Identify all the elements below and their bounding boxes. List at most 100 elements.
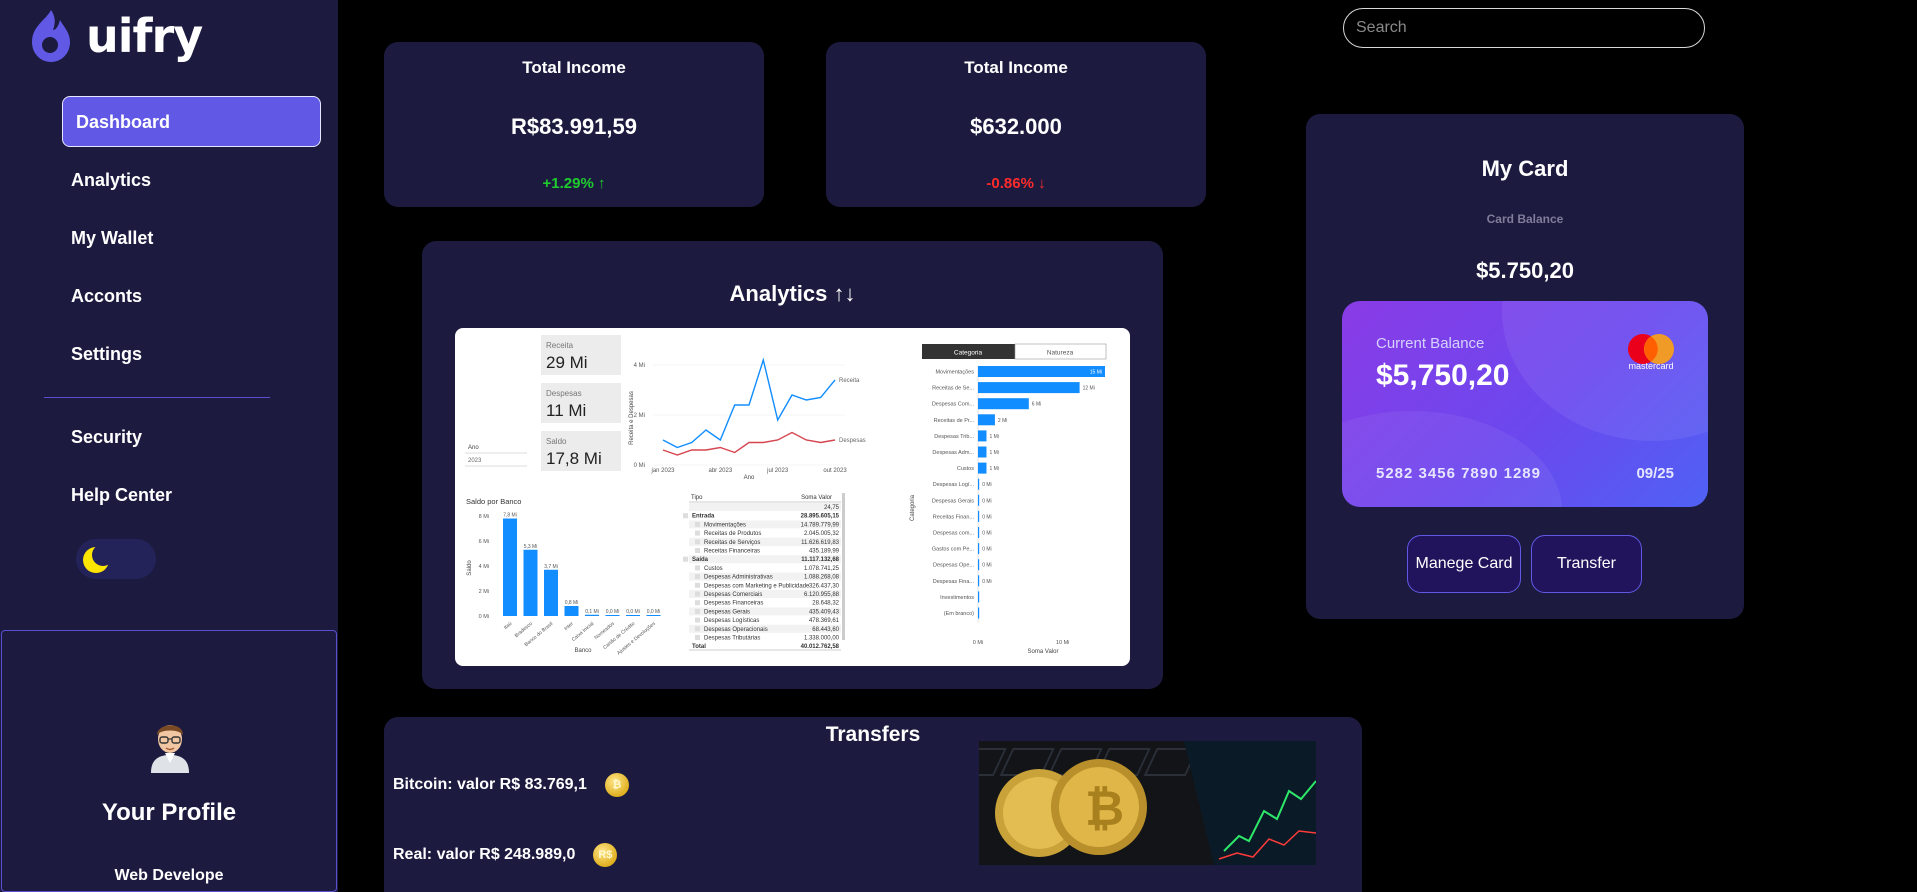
line-chart-xtick: jul 2023 — [766, 468, 789, 474]
sidebar-item-my-wallet[interactable]: My Wallet — [62, 213, 322, 263]
bank-bar — [605, 615, 620, 616]
bank-chart-ylabel: Saldo — [467, 560, 473, 576]
avatar[interactable] — [145, 717, 195, 773]
kpi-label: Receita — [546, 341, 574, 350]
bank-bar-category: Caixa Inicial — [571, 621, 596, 643]
line-chart-xtick: jan 2023 — [650, 468, 675, 474]
category-bar-label: 0 Mi — [982, 498, 991, 504]
category-label: Despesas Com... — [932, 402, 975, 408]
theme-toggle[interactable] — [76, 539, 156, 579]
table-expand-icon — [695, 565, 700, 571]
table-expand-icon — [695, 574, 700, 580]
table-row-value: 14.789.779,99 — [801, 522, 840, 528]
transfer-item[interactable]: Real: valor R$ 248.989,0 R$ — [393, 843, 618, 867]
table-row-value: 11.117.132,68 — [801, 557, 839, 563]
sidebar-item-settings[interactable]: Settings — [62, 329, 322, 379]
bank-bar — [585, 614, 599, 616]
transfers-panel: Transfers Bitcoin: valor R$ 83.769,1 ₿ R… — [384, 717, 1362, 892]
bank-chart-ytick: 2 Mi — [479, 589, 489, 595]
table-row-label: Receitas Financeiras — [704, 549, 760, 555]
table-row-value: 1.338.000,00 — [804, 636, 840, 642]
bank-bar-label: 3,7 Mi — [544, 564, 558, 570]
category-bar-label: 0 Mi — [982, 482, 991, 488]
category-label: Despesas Logí... — [933, 482, 975, 488]
category-bar-label: 1 Mi — [989, 466, 998, 472]
table-row-label: Receitas de Produtos — [704, 531, 761, 537]
table-row-value: 2.045.005,32 — [804, 531, 840, 537]
kpi-value: 11 Mi — [546, 401, 586, 420]
table-row-value: 40.012.762,58 — [801, 644, 840, 650]
category-bar-label: 15 Mi — [1090, 370, 1102, 376]
category-bar — [978, 510, 980, 522]
tab-natureza-label: Natureza — [1047, 350, 1074, 357]
current-balance-label: Current Balance — [1376, 335, 1485, 352]
category-label: Investimentos — [940, 595, 974, 601]
table-row-label: Despesas Operacionais — [704, 627, 768, 633]
sidebar-item-accounts[interactable]: Acconts — [62, 271, 322, 321]
category-label: Despesas com... — [933, 531, 974, 537]
sidebar-item-dashboard[interactable]: Dashboard — [62, 96, 321, 147]
bank-bar-chart: Saldo por Banco Saldo 8 Mi 6 Mi 4 Mi 2 Mi 0 Mi… — [466, 497, 661, 656]
bank-bar — [544, 569, 558, 616]
income-change: +1.29% ↑ — [542, 175, 606, 192]
filter-value[interactable]: 2023 — [468, 458, 482, 464]
bank-bar-label: 0,0 Mi — [606, 609, 620, 615]
logo[interactable]: uifry™ — [28, 0, 212, 64]
tab-categoria-label: Categoria — [954, 350, 983, 357]
table-row-label: Despesas Tributárias — [704, 636, 760, 642]
card-network: mastercard — [1628, 361, 1674, 371]
category-bar-label: 0 Mi — [982, 514, 991, 520]
category-bar-chart: Categoria Natureza Categoria Movimentações 1… — [910, 343, 1107, 655]
transfer-item-label: Real: valor R$ 248.989,0 — [393, 846, 576, 863]
table-expand-icon — [695, 626, 700, 632]
my-card-panel: My Card Card Balance $5.750,20 Current B… — [1306, 114, 1744, 619]
main-nav: Dashboard Analytics My Wallet Acconts Se… — [62, 96, 322, 387]
table-expand-icon — [683, 556, 688, 562]
category-bar — [978, 591, 980, 603]
analytics-title: Analytics ↑↓ — [729, 281, 856, 306]
category-label: Despesas Gerais — [932, 498, 974, 504]
analytics-report[interactable]: Receita 29 Mi Despesas 11 Mi Saldo 17,8 … — [455, 328, 1130, 666]
table-row-value: 28.895.605,15 — [801, 514, 840, 520]
table-expand-icon — [695, 530, 700, 536]
category-bar-label: 2 Mi — [998, 418, 1007, 424]
sidebar-item-security[interactable]: Security — [62, 412, 322, 462]
table-row-label: Despesas Comerciais — [704, 592, 762, 598]
line-chart: Receita e Despesas4 Mi2 Mi0 Mijan 2023 ab… — [629, 357, 866, 481]
sidebar-item-analytics[interactable]: Analytics — [62, 155, 322, 205]
table-row-label: Despesas com Marketing e Publicidade — [704, 583, 810, 589]
category-bar-label: 6 Mi — [1032, 402, 1041, 408]
table-row-value: 326.437,30 — [809, 583, 840, 589]
category-bar-label: 0 Mi — [982, 547, 991, 553]
table-row-label: Despesas Logísticas — [704, 618, 759, 624]
income-title: Total Income — [964, 58, 1068, 77]
table-header: Soma Valor — [801, 495, 832, 501]
kpi-label: Saldo — [546, 437, 567, 446]
nav-divider — [44, 397, 270, 398]
transfer-item[interactable]: Bitcoin: valor R$ 83.769,1 ₿ — [393, 773, 629, 797]
table-row-label: Movimentações — [704, 522, 746, 528]
manage-card-button[interactable]: Manege Card — [1407, 535, 1521, 593]
report-canvas: Receita 29 Mi Despesas 11 Mi Saldo 17,8 … — [465, 335, 1107, 656]
table-row-value: 6.120.955,88 — [804, 592, 840, 598]
table-expand-icon — [695, 635, 700, 640]
table-expand-icon — [695, 600, 700, 606]
category-label: Receitas Finan... — [933, 514, 975, 520]
sidebar-item-help-center[interactable]: Help Center — [62, 470, 322, 520]
flame-logo-icon — [32, 10, 70, 62]
credit-card[interactable]: Current Balance $5,750,20 mastercard 528… — [1342, 301, 1708, 507]
transfer-button[interactable]: Transfer — [1531, 535, 1642, 593]
table-row-value: 1.078.741,25 — [804, 566, 840, 572]
search-input[interactable] — [1343, 8, 1705, 48]
line-series-label: Despesas — [839, 438, 866, 444]
category-bar — [978, 430, 987, 442]
card-decoration — [1342, 411, 1562, 507]
category-chart-xtick: 0 Mi — [973, 640, 983, 646]
profile-title: Your Profile — [101, 799, 237, 826]
moon-icon — [83, 544, 114, 573]
category-bar-label: 0 Mi — [982, 579, 991, 585]
income-card: Total Income R$83.991,59 +1.29% ↑ — [384, 42, 764, 207]
bank-bar-label: 7,8 Mi — [503, 513, 517, 519]
category-bar — [978, 607, 980, 619]
category-label: Despesas Fina... — [933, 579, 975, 585]
